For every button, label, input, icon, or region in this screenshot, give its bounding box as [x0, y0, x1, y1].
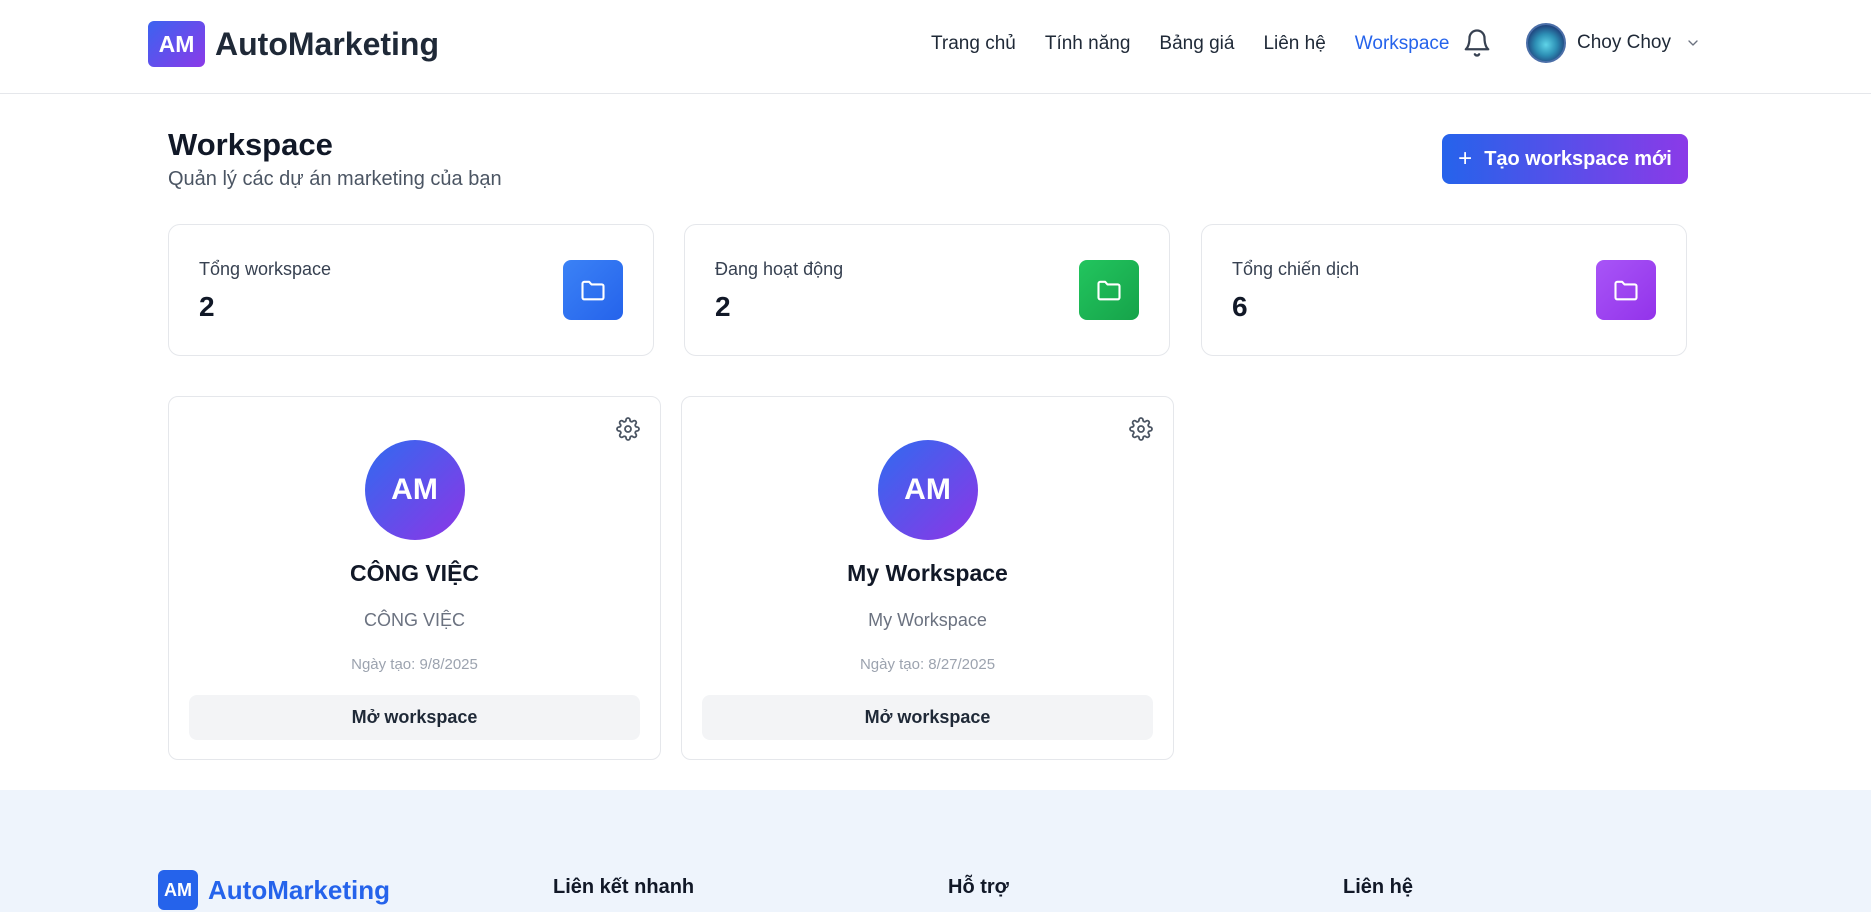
workspace-avatar: AM [877, 440, 978, 540]
footer-logo[interactable]: AM [158, 870, 198, 910]
stat-value: 2 [199, 291, 215, 322]
user-name[interactable]: Choy Choy [1577, 32, 1671, 54]
bell-icon[interactable] [1462, 28, 1492, 58]
workspace-card[interactable]: AM CÔNG VIỆC CÔNG VIỆC Ngày tạo: 9/8/202… [168, 396, 661, 760]
stat-card-total-campaigns: Tổng chiến dịch 6 [1201, 224, 1687, 356]
workspace-name: My Workspace [847, 560, 1008, 586]
brand-name[interactable]: AutoMarketing [215, 26, 439, 63]
open-workspace-button[interactable]: Mở workspace [189, 695, 640, 740]
create-workspace-label: Tạo workspace mới [1484, 147, 1672, 170]
top-header: AM AutoMarketing Trang chủ Tính năng Bản… [0, 0, 1871, 94]
workspace-card[interactable]: AM My Workspace My Workspace Ngày tạo: 8… [681, 396, 1174, 760]
nav-features[interactable]: Tính năng [1045, 33, 1131, 55]
user-menu[interactable]: Choy Choy [1526, 23, 1701, 63]
folder-icon [1079, 260, 1139, 320]
chevron-down-icon[interactable] [1685, 35, 1701, 51]
workspace-avatar: AM [364, 440, 465, 540]
create-workspace-button[interactable]: + Tạo workspace mới [1442, 134, 1688, 184]
footer: AM AutoMarketing Liên kết nhanh Hỗ trợ L… [0, 790, 1871, 912]
page-title: Workspace [168, 127, 333, 162]
nav-contact[interactable]: Liên hệ [1263, 33, 1325, 55]
folder-icon [1596, 260, 1656, 320]
footer-brand[interactable]: AM AutoMarketing [158, 870, 390, 910]
stat-label: Tổng chiến dịch [1232, 259, 1360, 279]
page-subtitle: Quản lý các dự án marketing của bạn [168, 168, 502, 190]
plus-icon: + [1458, 145, 1473, 172]
open-workspace-button[interactable]: Mở workspace [702, 695, 1153, 740]
main-nav: Trang chủ Tính năng Bảng giá Liên hệ Wor… [931, 33, 1478, 55]
footer-heading-contact: Liên hệ [1343, 876, 1414, 898]
stat-value: 2 [715, 291, 731, 322]
brand[interactable]: AM AutoMarketing [148, 21, 439, 67]
footer-heading-quick-links: Liên kết nhanh [553, 876, 695, 898]
workspace-name: CÔNG VIỆC [349, 560, 480, 586]
nav-workspace[interactable]: Workspace [1355, 33, 1450, 55]
stat-card-active: Đang hoạt động 2 [684, 224, 1170, 356]
footer-brand-name[interactable]: AutoMarketing [208, 875, 390, 906]
nav-home[interactable]: Trang chủ [931, 33, 1016, 55]
gear-icon[interactable] [1129, 417, 1153, 441]
folder-icon [563, 260, 623, 320]
brand-logo[interactable]: AM [148, 21, 205, 67]
stat-label: Tổng workspace [199, 259, 332, 279]
stat-label: Đang hoạt động [715, 259, 844, 279]
stat-card-total-workspace: Tổng workspace 2 [168, 224, 654, 356]
workspace-created-date: Ngày tạo: 8/27/2025 [859, 656, 996, 673]
workspace-description: CÔNG VIỆC [363, 610, 465, 630]
stat-value: 6 [1232, 291, 1248, 322]
workspace-description: My Workspace [868, 610, 987, 630]
avatar[interactable] [1526, 23, 1566, 63]
workspace-created-date: Ngày tạo: 9/8/2025 [351, 656, 478, 673]
nav-pricing[interactable]: Bảng giá [1159, 33, 1234, 55]
gear-icon[interactable] [616, 417, 640, 441]
footer-heading-support: Hỗ trợ [948, 876, 1009, 898]
